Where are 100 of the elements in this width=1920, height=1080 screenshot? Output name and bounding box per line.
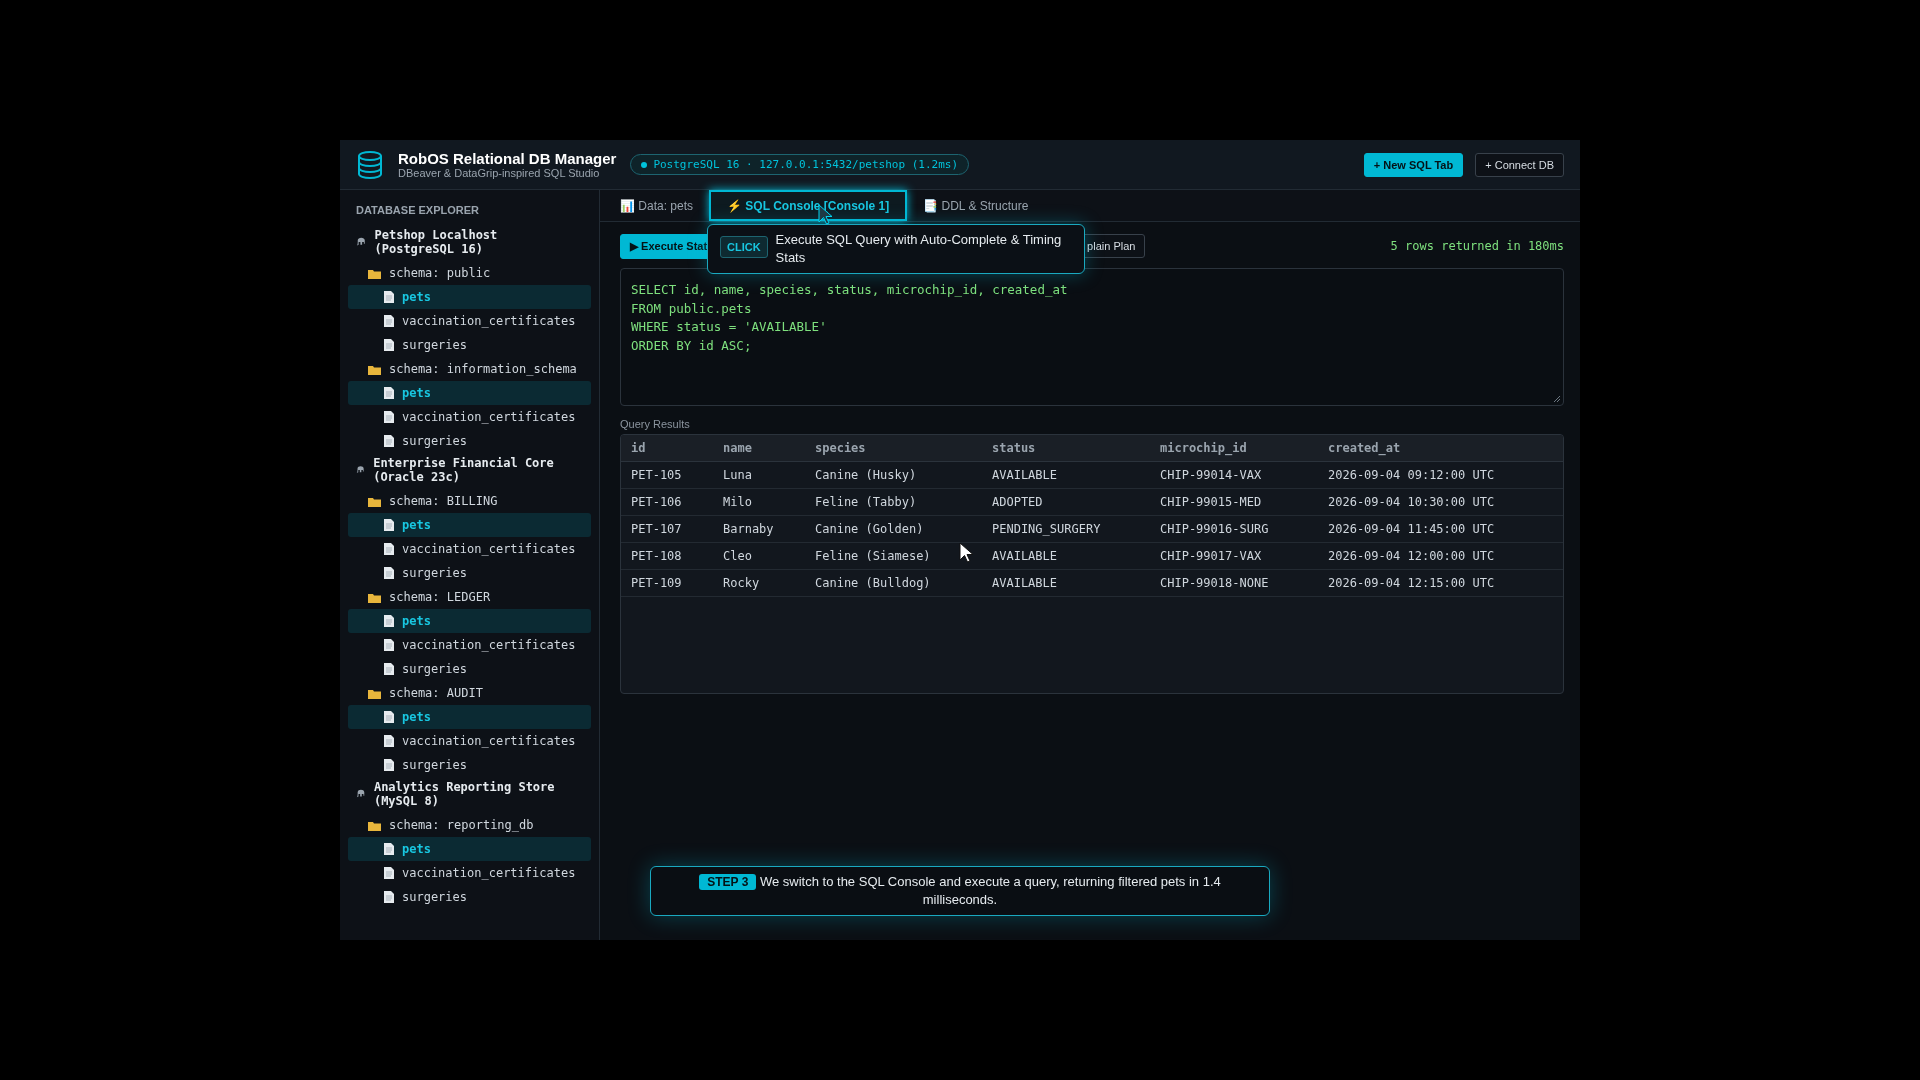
table-cell: PET-106 — [621, 488, 713, 516]
code-line: WHERE status = 'AVAILABLE' — [631, 318, 828, 336]
table-cell: PET-108 — [621, 542, 713, 570]
table-cell: AVAILABLE — [982, 461, 1150, 489]
table-item[interactable]: pets — [348, 513, 591, 537]
table-cell: 2026-09-04 11:45:00 UTC — [1318, 515, 1563, 543]
table-cell: Cleo — [713, 542, 805, 570]
table-cell: Rocky — [713, 569, 805, 597]
schema-item[interactable]: schema: information_schema — [348, 357, 591, 381]
table-cell: PET-105 — [621, 461, 713, 489]
table-cell: Luna — [713, 461, 805, 489]
table-item[interactable]: vaccination_certificates — [348, 537, 591, 561]
app-title: RobOS Relational DB Manager — [398, 150, 617, 167]
table-cell: Barnaby — [713, 515, 805, 543]
file-icon — [384, 663, 394, 675]
table-cell: CHIP-99015-MED — [1150, 488, 1318, 516]
table-item[interactable]: pets — [348, 837, 591, 861]
table-cell: Feline (Tabby) — [805, 488, 982, 516]
table-cell: CHIP-99014-VAX — [1150, 461, 1318, 489]
result-summary: 5 rows returned in 180ms — [1390, 239, 1564, 253]
file-icon — [384, 711, 394, 723]
table-item[interactable]: pets — [348, 609, 591, 633]
table-cell: Canine (Husky) — [805, 461, 982, 489]
table-cell: CHIP-99018-NONE — [1150, 569, 1318, 597]
caption-text: STEP 3 We switch to the SQL Console and execute a query, returning filtered pets in 1.4 milliseconds. — [671, 873, 1249, 909]
schema-item[interactable]: schema: BILLING — [348, 489, 591, 513]
database-icon — [356, 149, 384, 180]
table-item[interactable]: vaccination_certificates — [348, 405, 591, 429]
connection-item[interactable]: Petshop Localhost (PostgreSQL 16) — [348, 225, 591, 261]
file-icon — [384, 759, 394, 771]
table-cell: Canine (Bulldog) — [805, 569, 982, 597]
column-header: status — [982, 435, 1150, 462]
cursor-icon — [959, 542, 975, 564]
table-item[interactable]: vaccination_certificates — [348, 309, 591, 333]
file-icon — [384, 615, 394, 627]
table-item[interactable]: vaccination_certificates — [348, 729, 591, 753]
file-icon — [384, 435, 394, 447]
click-badge: CLICK — [720, 236, 768, 258]
tab[interactable]: 📊 Data: pets — [604, 190, 710, 221]
schema-item[interactable]: schema: LEDGER — [348, 585, 591, 609]
folder-icon — [368, 591, 381, 603]
folder-icon — [368, 267, 381, 279]
table-item[interactable]: pets — [348, 285, 591, 309]
table-cell: Milo — [713, 488, 805, 516]
file-icon — [384, 519, 394, 531]
file-icon — [384, 411, 394, 423]
table-cell: ADOPTED — [982, 488, 1150, 516]
table-item[interactable]: surgeries — [348, 333, 591, 357]
tab[interactable]: 📑 DDL & Structure — [907, 190, 1045, 221]
table-cell: Canine (Golden) — [805, 515, 982, 543]
table-cell: AVAILABLE — [982, 569, 1150, 597]
table-cell: 2026-09-04 09:12:00 UTC — [1318, 461, 1563, 489]
schema-item[interactable]: schema: reporting_db — [348, 813, 591, 837]
folder-icon — [368, 495, 381, 507]
table-item[interactable]: pets — [348, 381, 591, 405]
table-item[interactable]: surgeries — [348, 561, 591, 585]
file-icon — [384, 339, 394, 351]
connection-item[interactable]: Analytics Reporting Store (MySQL 8) — [348, 777, 591, 813]
table-item[interactable]: vaccination_certificates — [348, 633, 591, 657]
column-header: microchip_id — [1150, 435, 1318, 462]
header-button[interactable]: + Connect DB — [1475, 152, 1564, 177]
code-line: FROM public.pets — [631, 299, 753, 318]
tab[interactable]: ⚡ SQL Console [Console 1] — [709, 190, 908, 221]
table-cell: CHIP-99017-VAX — [1150, 542, 1318, 570]
table-cell: 2026-09-04 12:15:00 UTC — [1318, 569, 1563, 597]
connection-text: PostgreSQL 16 · 127.0.0.1:5432/petshop (1.2ms) — [653, 158, 958, 171]
column-header: created_at — [1318, 435, 1563, 462]
table-cell: PET-109 — [621, 569, 713, 597]
header-button[interactable]: + New SQL Tab — [1363, 152, 1464, 177]
schema-item[interactable]: schema: AUDIT — [348, 681, 591, 705]
file-icon — [384, 387, 394, 399]
table-item[interactable]: vaccination_certificates — [348, 861, 591, 885]
folder-icon — [368, 687, 381, 699]
column-header: name — [713, 435, 805, 462]
schema-item[interactable]: schema: public — [348, 261, 591, 285]
app-subtitle: DBeaver & DataGrip-inspired SQL Studio — [398, 167, 601, 179]
table-cell: 2026-09-04 12:00:00 UTC — [1318, 542, 1563, 570]
table-cell: CHIP-99016-SURG — [1150, 515, 1318, 543]
folder-icon — [368, 363, 381, 375]
connection-item[interactable]: Enterprise Financial Core (Oracle 23c) — [348, 453, 591, 489]
file-icon — [384, 735, 394, 747]
file-icon — [384, 867, 394, 879]
file-icon — [384, 291, 394, 303]
table-cell: PENDING_SURGERY — [982, 515, 1150, 543]
table-item[interactable]: surgeries — [348, 885, 591, 909]
file-icon — [384, 843, 394, 855]
sql-editor[interactable]: SELECT id, name, species, status, microchip_id, created_at FROM public.pets WHERE status = 'AVAILABLE' ORDER BY id ASC; — [620, 268, 1564, 406]
file-icon — [384, 567, 394, 579]
file-icon — [384, 315, 394, 327]
table-item[interactable]: surgeries — [348, 429, 591, 453]
table-item[interactable]: surgeries — [348, 753, 591, 777]
results-label: Query Results — [620, 418, 691, 430]
table-item[interactable]: pets — [348, 705, 591, 729]
table-cell: 2026-09-04 10:30:00 UTC — [1318, 488, 1563, 516]
code-line: SELECT id, name, species, status, microchip_id, created_at — [631, 281, 1069, 299]
file-icon — [384, 891, 394, 903]
table-cell: PET-107 — [621, 515, 713, 543]
table-item[interactable]: surgeries — [348, 657, 591, 681]
resize-handle-icon — [1553, 395, 1561, 403]
file-icon — [384, 543, 394, 555]
